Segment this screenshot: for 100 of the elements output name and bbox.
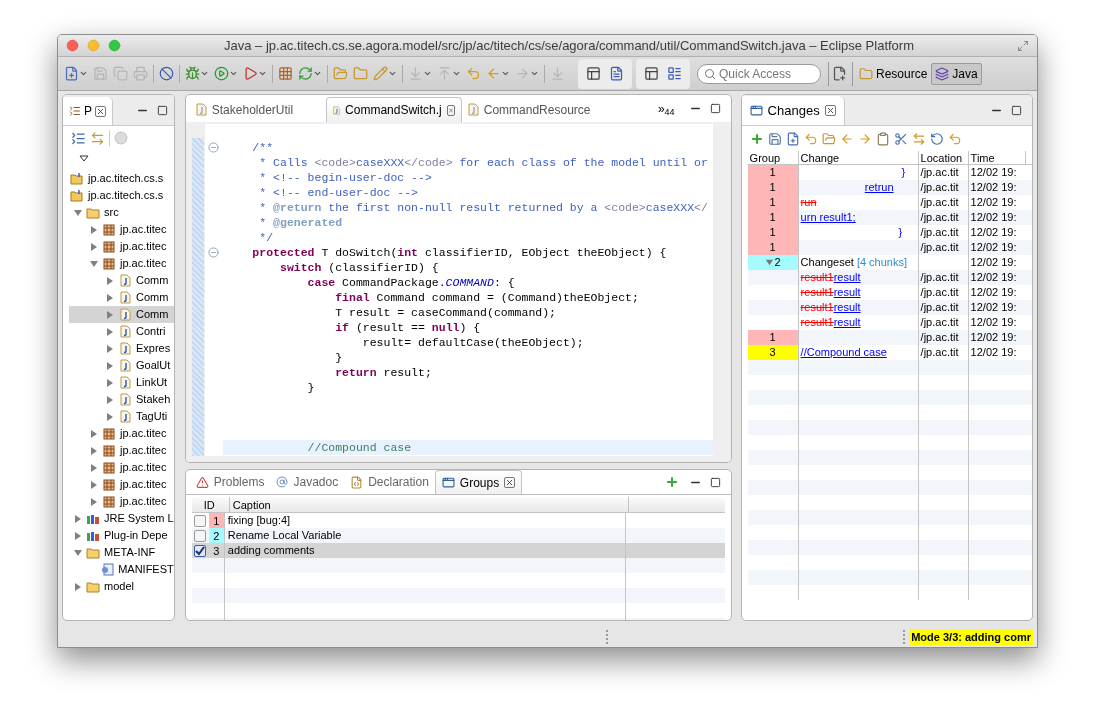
tree-item[interactable]: jp.ac.titec — [69, 425, 174, 442]
view-tab[interactable]: Changes — [741, 96, 845, 125]
tree-item[interactable]: LinkUt — [69, 374, 174, 391]
change-text[interactable]: retrun — [800, 180, 894, 195]
time-cell-text: 12/02 19: — [969, 195, 1018, 210]
code-line: * <!-- end-user-doc --> — [258, 185, 419, 200]
time-cell-text: 12/02 19: — [969, 270, 1018, 285]
code-line: * @return the first non-null result returned by a <code>caseXXX</ — [258, 200, 709, 215]
code-line: * Calls <code>caseXXX</code> for each class of the model until or — [258, 155, 709, 170]
change-text[interactable]: result1result — [800, 270, 861, 285]
tree-item[interactable]: model — [69, 578, 174, 595]
view-tab[interactable]: P — [63, 97, 113, 125]
time-cell-text: 12/02 19: — [969, 240, 1018, 255]
view-tab[interactable]: Javadoc — [270, 470, 345, 494]
tree-item[interactable]: jp.ac.titec — [69, 493, 174, 510]
time-cell-text: 12/02 19: — [969, 285, 1018, 300]
change-text[interactable]: result1result — [800, 285, 861, 300]
editor-tab[interactable]: StakeholderUtil — [189, 97, 326, 122]
change-text[interactable]: result1result — [800, 315, 861, 330]
tree-item[interactable]: jp.ac.titech.cs.s — [69, 170, 174, 187]
perspective-button[interactable]: Java — [931, 62, 982, 85]
column-header[interactable]: Location — [918, 151, 969, 165]
group-cell: 1 — [747, 165, 799, 180]
code-line: final Command command = (Command)theEObject; — [334, 290, 640, 305]
tree-item[interactable]: MANIFEST — [69, 561, 174, 578]
change-text[interactable]: } — [800, 165, 906, 180]
change-text[interactable]: result1result — [800, 300, 861, 315]
location-cell: /jp.ac.tit — [918, 270, 969, 285]
code-line: result= defaultCase(theEObject); — [361, 335, 585, 350]
time-cell-text: 12/02 19: — [969, 165, 1018, 180]
location-cell: /jp.ac.tit — [918, 180, 969, 195]
tree-item[interactable]: Plug-in Depe — [69, 527, 174, 544]
code-line: */ — [258, 230, 275, 245]
table-row[interactable]: 3 adding comments — [191, 543, 725, 558]
tree-item[interactable]: jp.ac.titec — [69, 238, 174, 255]
table-row[interactable]: 2 Rename Local Variable — [191, 528, 725, 543]
code-line: /** — [251, 140, 275, 155]
window-title: Java – jp.ac.titech.cs.se.agora.model/src/jp/ac/titech/cs/se/agora/command/util/CommandSwitch.java – Eclipse Platform — [224, 36, 914, 55]
time-cell-text: 12/02 19: — [969, 315, 1018, 330]
tree-item[interactable]: jp.ac.titec — [69, 459, 174, 476]
tree-item[interactable]: Comm — [69, 306, 174, 323]
tree-item[interactable]: src — [69, 204, 174, 221]
change-text[interactable]: //Compound case — [800, 345, 887, 360]
view-tab[interactable]: Problems — [189, 470, 271, 494]
group-cell: 2 — [747, 255, 799, 270]
code-line: if (result == null) { — [334, 320, 482, 335]
tree-item[interactable]: Comm — [69, 272, 174, 289]
time-cell-text: 12/02 19: — [969, 180, 1018, 195]
perspective-button[interactable]: Resource — [856, 62, 931, 85]
quick-access-field[interactable]: Quick Access — [697, 63, 821, 84]
change-text[interactable]: run — [800, 195, 817, 210]
location-cell: /jp.ac.tit — [918, 300, 969, 315]
tree-item[interactable]: jp.ac.titech.cs.s — [69, 187, 174, 204]
group-cell: 1 — [747, 180, 799, 195]
id-cell: 2 — [208, 528, 225, 543]
group-cell: 1 — [747, 195, 799, 210]
column-header[interactable]: Time — [968, 151, 1026, 165]
code-line: case CommandPackage.COMMAND: { — [306, 275, 516, 290]
location-cell: /jp.ac.tit — [918, 330, 969, 345]
change-text[interactable]: urn result1; — [800, 210, 856, 225]
column-header[interactable]: Caption — [229, 496, 629, 514]
editor-tab[interactable]: CommandSwitch.j — [325, 97, 462, 122]
tree-item[interactable]: jp.ac.titec — [69, 255, 174, 272]
tree-item[interactable]: Contri — [69, 323, 174, 340]
column-header[interactable]: Change — [798, 151, 919, 165]
tree-item[interactable]: Expres — [69, 340, 174, 357]
tree-item[interactable]: Stakeh — [69, 391, 174, 408]
code-line: * @generated — [258, 215, 344, 230]
group-cell: 1 — [747, 330, 799, 345]
code-line: return result; — [334, 365, 433, 380]
mode-indicator: Mode 3/3: adding comr — [909, 628, 1033, 646]
id-cell: 1 — [208, 513, 225, 528]
view-tab[interactable]: Declaration — [344, 470, 435, 494]
time-cell-text: 12/02 19: — [969, 210, 1018, 225]
tree-item[interactable]: jp.ac.titec — [69, 476, 174, 493]
tree-item[interactable]: jp.ac.titec — [69, 442, 174, 459]
time-cell-text: 12/02 19: — [969, 345, 1018, 360]
code-line: protected T doSwitch(int classifierID, EObject theEObject) { — [251, 245, 668, 260]
tree-item[interactable]: jp.ac.titec — [69, 221, 174, 238]
tree-item[interactable]: GoalUt — [69, 357, 174, 374]
location-cell: /jp.ac.tit — [918, 210, 969, 225]
code-line: T result = caseCommand(command); — [334, 305, 558, 320]
tree-item[interactable]: META-INF — [69, 544, 174, 561]
tree-item[interactable]: TagUti — [69, 408, 174, 425]
time-cell-text: 12/02 19: — [969, 330, 1018, 345]
change-text[interactable]: } — [800, 225, 903, 240]
code-line: * <!-- begin-user-doc --> — [258, 170, 433, 185]
group-cell: 3 — [747, 345, 799, 360]
editor-tab[interactable]: CommandResource — [461, 97, 598, 122]
overflow-tab-count[interactable]: »$_{44}$ — [657, 99, 675, 118]
code-line: switch (classifierID) { — [278, 260, 440, 275]
time-cell-text: 12/02 19: — [969, 255, 1018, 270]
tree-item[interactable]: Comm — [69, 289, 174, 306]
column-header[interactable]: Group — [747, 151, 799, 165]
tree-item[interactable]: JRE System L — [69, 510, 174, 527]
code-line: } — [334, 350, 344, 365]
view-tab[interactable]: Groups — [434, 470, 523, 494]
group-cell: 1 — [747, 240, 799, 255]
location-cell: /jp.ac.tit — [918, 240, 969, 255]
group-cell: 1 — [747, 225, 799, 240]
